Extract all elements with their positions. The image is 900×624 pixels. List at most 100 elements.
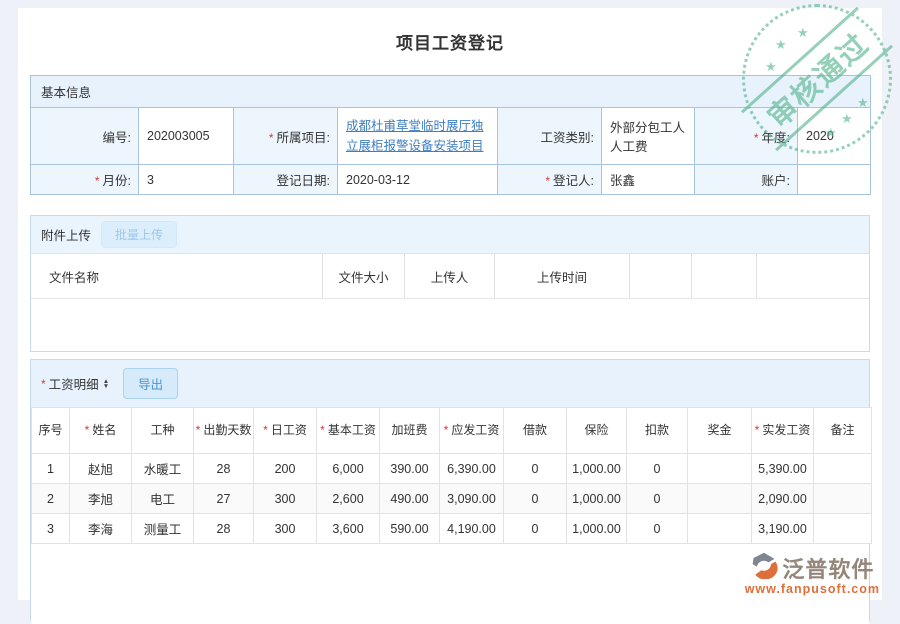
table-cell: 490.00 xyxy=(380,484,440,514)
salary-column-header: *基本工资 xyxy=(317,408,380,454)
main-panel: 项目工资登记 基本信息 编号:202003005*所属项目:成都杜甫草堂临时展厅… xyxy=(18,8,882,600)
fanpu-logo-icon xyxy=(750,551,778,584)
field-label-year: *年度: xyxy=(695,108,798,165)
salary-column-header: 扣款 xyxy=(627,408,688,454)
salary-required-asterisk: * xyxy=(41,377,46,391)
attachment-column-header: 上传时间 xyxy=(494,254,629,298)
field-label-register-date: 登记日期: xyxy=(234,165,338,195)
basic-info-row: *月份:3登记日期:2020-03-12*登记人:张鑫账户: xyxy=(31,165,871,195)
basic-info-section: 基本信息 编号:202003005*所属项目:成都杜甫草堂临时展厅独立展柜报警设… xyxy=(30,75,870,195)
project-link[interactable]: 成都杜甫草堂临时展厅独立展柜报警设备安装项目 xyxy=(346,119,484,153)
field-value-register-date: 2020-03-12 xyxy=(338,165,498,195)
attachment-column-empty xyxy=(629,254,691,298)
salary-column-header: 借款 xyxy=(504,408,567,454)
table-cell: 300 xyxy=(254,514,317,544)
attachment-column-empty xyxy=(691,254,756,298)
salary-column-header: 序号 xyxy=(32,408,70,454)
field-value-project: 成都杜甫草堂临时展厅独立展柜报警设备安装项目 xyxy=(338,108,498,165)
table-cell: 0 xyxy=(627,514,688,544)
salary-section-title: 工资明细 xyxy=(49,374,99,393)
table-cell: 0 xyxy=(504,484,567,514)
table-cell: 2 xyxy=(32,484,70,514)
salary-column-header: 奖金 xyxy=(688,408,752,454)
table-row: 3李海测量工283003,600590.004,190.0001,000.000… xyxy=(32,514,872,544)
table-row: 2李旭电工273002,600490.003,090.0001,000.0002… xyxy=(32,484,872,514)
table-cell: 300 xyxy=(254,484,317,514)
table-cell: 李旭 xyxy=(70,484,132,514)
attachment-columns: 文件名称文件大小上传人上传时间 xyxy=(31,254,869,299)
table-cell: 4,190.00 xyxy=(440,514,504,544)
page-title: 项目工资登记 xyxy=(18,8,882,75)
salary-table-body: 1赵旭水暖工282006,000390.006,390.0001,000.000… xyxy=(32,454,872,544)
table-cell: 0 xyxy=(627,484,688,514)
attachment-column-empty xyxy=(756,254,869,298)
attachment-section: 附件上传 批量上传 文件名称文件大小上传人上传时间 xyxy=(30,215,870,352)
basic-info-section-title: 基本信息 xyxy=(31,76,871,108)
field-value-wage-type: 外部分包工人人工费 xyxy=(602,108,695,165)
attachment-column-header: 上传人 xyxy=(404,254,494,298)
table-cell: 6,000 xyxy=(317,454,380,484)
table-cell: 0 xyxy=(504,454,567,484)
table-cell: 3,600 xyxy=(317,514,380,544)
table-cell xyxy=(688,514,752,544)
table-cell xyxy=(688,454,752,484)
table-cell: 测量工 xyxy=(132,514,194,544)
logo-url: www.fanpusoft.com xyxy=(745,582,880,596)
salary-table: 序号*姓名工种*出勤天数*日工资*基本工资加班费*应发工资借款保险扣款奖金*实发… xyxy=(31,407,872,544)
logo-text: 泛普软件 xyxy=(782,552,874,584)
batch-upload-button[interactable]: 批量上传 xyxy=(101,221,177,248)
basic-info-body: 基本信息 编号:202003005*所属项目:成都杜甫草堂临时展厅独立展柜报警设… xyxy=(31,76,871,195)
table-cell xyxy=(814,454,872,484)
table-cell: 1,000.00 xyxy=(567,514,627,544)
field-label-month: *月份: xyxy=(31,165,139,195)
table-cell: 390.00 xyxy=(380,454,440,484)
attachment-column-header: 文件大小 xyxy=(322,254,404,298)
attachment-empty-list xyxy=(31,299,869,351)
field-value-year: 2020 xyxy=(798,108,871,165)
field-label-project: *所属项目: xyxy=(234,108,338,165)
table-cell: 28 xyxy=(194,514,254,544)
table-cell: 27 xyxy=(194,484,254,514)
table-cell: 590.00 xyxy=(380,514,440,544)
export-button[interactable]: 导出 xyxy=(123,368,178,399)
salary-column-header: *出勤天数 xyxy=(194,408,254,454)
sort-spinner-icon[interactable]: ▲▼ xyxy=(103,379,109,389)
salary-column-header: 工种 xyxy=(132,408,194,454)
salary-column-header: 备注 xyxy=(814,408,872,454)
table-cell xyxy=(688,484,752,514)
table-cell xyxy=(814,514,872,544)
table-cell: 2,600 xyxy=(317,484,380,514)
salary-column-header: *日工资 xyxy=(254,408,317,454)
salary-column-header: *姓名 xyxy=(70,408,132,454)
table-cell: 6,390.00 xyxy=(440,454,504,484)
table-cell: 电工 xyxy=(132,484,194,514)
fanpu-logo: 泛普软件 www.fanpusoft.com xyxy=(745,551,880,596)
salary-column-header: 加班费 xyxy=(380,408,440,454)
field-value-account xyxy=(798,165,871,195)
salary-column-header: 保险 xyxy=(567,408,627,454)
table-cell: 2,090.00 xyxy=(752,484,814,514)
salary-header-row: 序号*姓名工种*出勤天数*日工资*基本工资加班费*应发工资借款保险扣款奖金*实发… xyxy=(32,408,872,454)
basic-info-row: 编号:202003005*所属项目:成都杜甫草堂临时展厅独立展柜报警设备安装项目… xyxy=(31,108,871,165)
field-label-wage-type: 工资类别: xyxy=(498,108,602,165)
table-cell: 3,190.00 xyxy=(752,514,814,544)
table-cell: 1,000.00 xyxy=(567,484,627,514)
table-cell: 5,390.00 xyxy=(752,454,814,484)
table-cell: 李海 xyxy=(70,514,132,544)
basic-info-table: 基本信息 编号:202003005*所属项目:成都杜甫草堂临时展厅独立展柜报警设… xyxy=(30,75,871,195)
table-cell: 1 xyxy=(32,454,70,484)
table-row: 1赵旭水暖工282006,000390.006,390.0001,000.000… xyxy=(32,454,872,484)
table-cell: 0 xyxy=(627,454,688,484)
field-label-registrant: *登记人: xyxy=(498,165,602,195)
field-label-number: 编号: xyxy=(31,108,139,165)
table-cell: 200 xyxy=(254,454,317,484)
field-value-month: 3 xyxy=(139,165,234,195)
salary-column-header: *应发工资 xyxy=(440,408,504,454)
field-value-registrant: 张鑫 xyxy=(602,165,695,195)
table-cell: 28 xyxy=(194,454,254,484)
table-cell: 0 xyxy=(504,514,567,544)
attachment-column-header: 文件名称 xyxy=(31,254,322,298)
salary-table-filler xyxy=(31,544,869,624)
table-cell: 3,090.00 xyxy=(440,484,504,514)
table-cell: 赵旭 xyxy=(70,454,132,484)
